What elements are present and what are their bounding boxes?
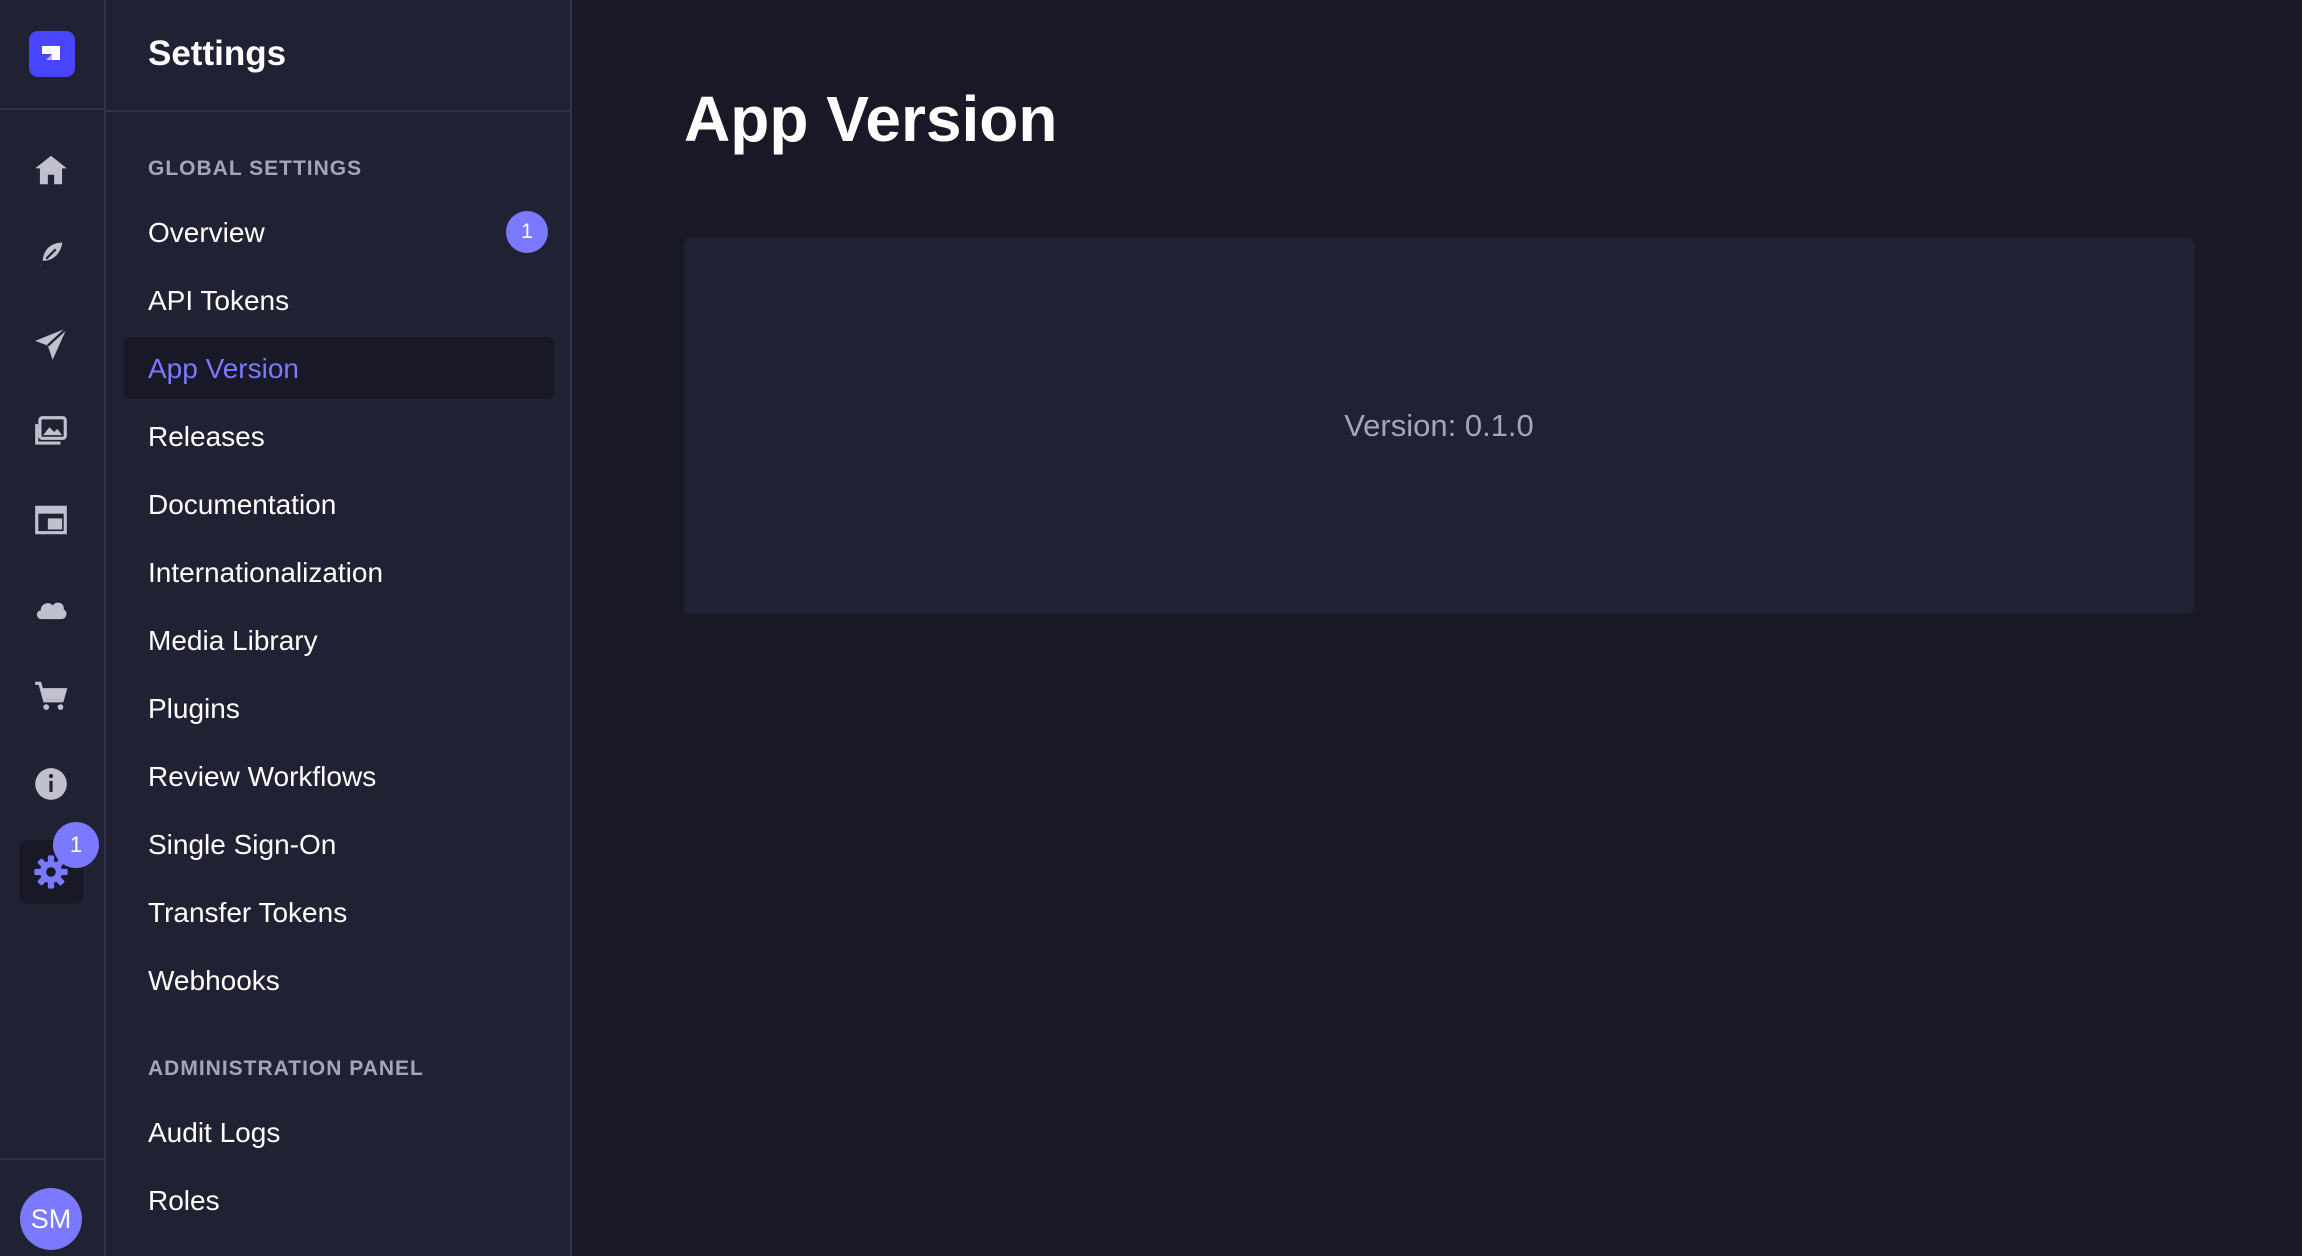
subnav-item-audit-logs[interactable]: Audit Logs	[124, 1101, 554, 1163]
subnav-title: Settings	[148, 34, 287, 73]
subnav-item-label: Overview	[148, 217, 265, 248]
subnav-item-label: Audit Logs	[148, 1117, 281, 1148]
subnav-item-plugins[interactable]: Plugins	[124, 677, 554, 739]
cloud-icon[interactable]	[19, 576, 83, 640]
subnav-item-documentation[interactable]: Documentation	[124, 473, 554, 535]
cart-icon[interactable]	[19, 664, 83, 728]
paper-plane-icon[interactable]	[19, 312, 83, 376]
subnav-item-label: App Version	[148, 353, 299, 384]
user-avatar[interactable]: SM	[20, 1188, 82, 1250]
strapi-logo-icon[interactable]	[29, 31, 75, 77]
main-content: App Version Version: 0.1.0	[572, 0, 2302, 1256]
subnav-item-label: API Tokens	[148, 285, 290, 316]
images-icon[interactable]	[19, 400, 83, 464]
subnav-item-api-tokens[interactable]: API Tokens	[124, 269, 554, 331]
version-card: Version: 0.1.0	[684, 238, 2194, 614]
overview-badge: 1	[506, 211, 548, 253]
subnav-item-label: Media Library	[148, 625, 318, 656]
main-nav-rail: 1 SM	[0, 0, 106, 1256]
subnav-item-roles[interactable]: Roles	[124, 1169, 554, 1231]
subnav-item-label: Single Sign-On	[148, 829, 337, 860]
subnav-item-label: Documentation	[148, 489, 337, 520]
subnav-header: Settings	[106, 0, 570, 112]
subnav-item-label: Plugins	[148, 693, 240, 724]
subnav-item-internationalization[interactable]: Internationalization	[124, 541, 554, 603]
subnav-item-label: Review Workflows	[148, 761, 377, 792]
app-root: 1 SM Settings GLOBAL SETTINGS Overview 1…	[0, 0, 2302, 1256]
info-icon[interactable]	[19, 752, 83, 816]
subnav-item-transfer-tokens[interactable]: Transfer Tokens	[124, 881, 554, 943]
subnav-item-webhooks[interactable]: Webhooks	[124, 949, 554, 1011]
version-text: Version: 0.1.0	[1344, 408, 1534, 443]
subnav-item-label: Roles	[148, 1185, 220, 1216]
subnav-item-label: Webhooks	[148, 965, 280, 996]
page-title: App Version	[684, 83, 1058, 155]
subnav-item-releases[interactable]: Releases	[124, 405, 554, 467]
layout-icon[interactable]	[19, 488, 83, 552]
home-icon[interactable]	[19, 138, 83, 202]
subnav-item-app-version[interactable]: App Version	[124, 337, 554, 399]
profile-container: SM	[0, 1158, 104, 1256]
subnav-item-label: Internationalization	[148, 557, 384, 588]
section-label-global-settings: GLOBAL SETTINGS	[148, 157, 363, 180]
subnav-item-label: Releases	[148, 421, 265, 452]
subnav-item-media-library[interactable]: Media Library	[124, 609, 554, 671]
subnav-item-single-sign-on[interactable]: Single Sign-On	[124, 813, 554, 875]
subnav-item-label: Transfer Tokens	[148, 897, 348, 928]
settings-subnav: Settings GLOBAL SETTINGS Overview 1 API …	[106, 0, 572, 1256]
feather-icon[interactable]	[19, 222, 83, 286]
section-label-administration-panel: ADMINISTRATION PANEL	[148, 1057, 424, 1080]
settings-notification-badge: 1	[53, 822, 99, 868]
subnav-item-review-workflows[interactable]: Review Workflows	[124, 745, 554, 807]
subnav-item-overview[interactable]: Overview 1	[124, 201, 554, 263]
logo-container	[0, 0, 104, 110]
